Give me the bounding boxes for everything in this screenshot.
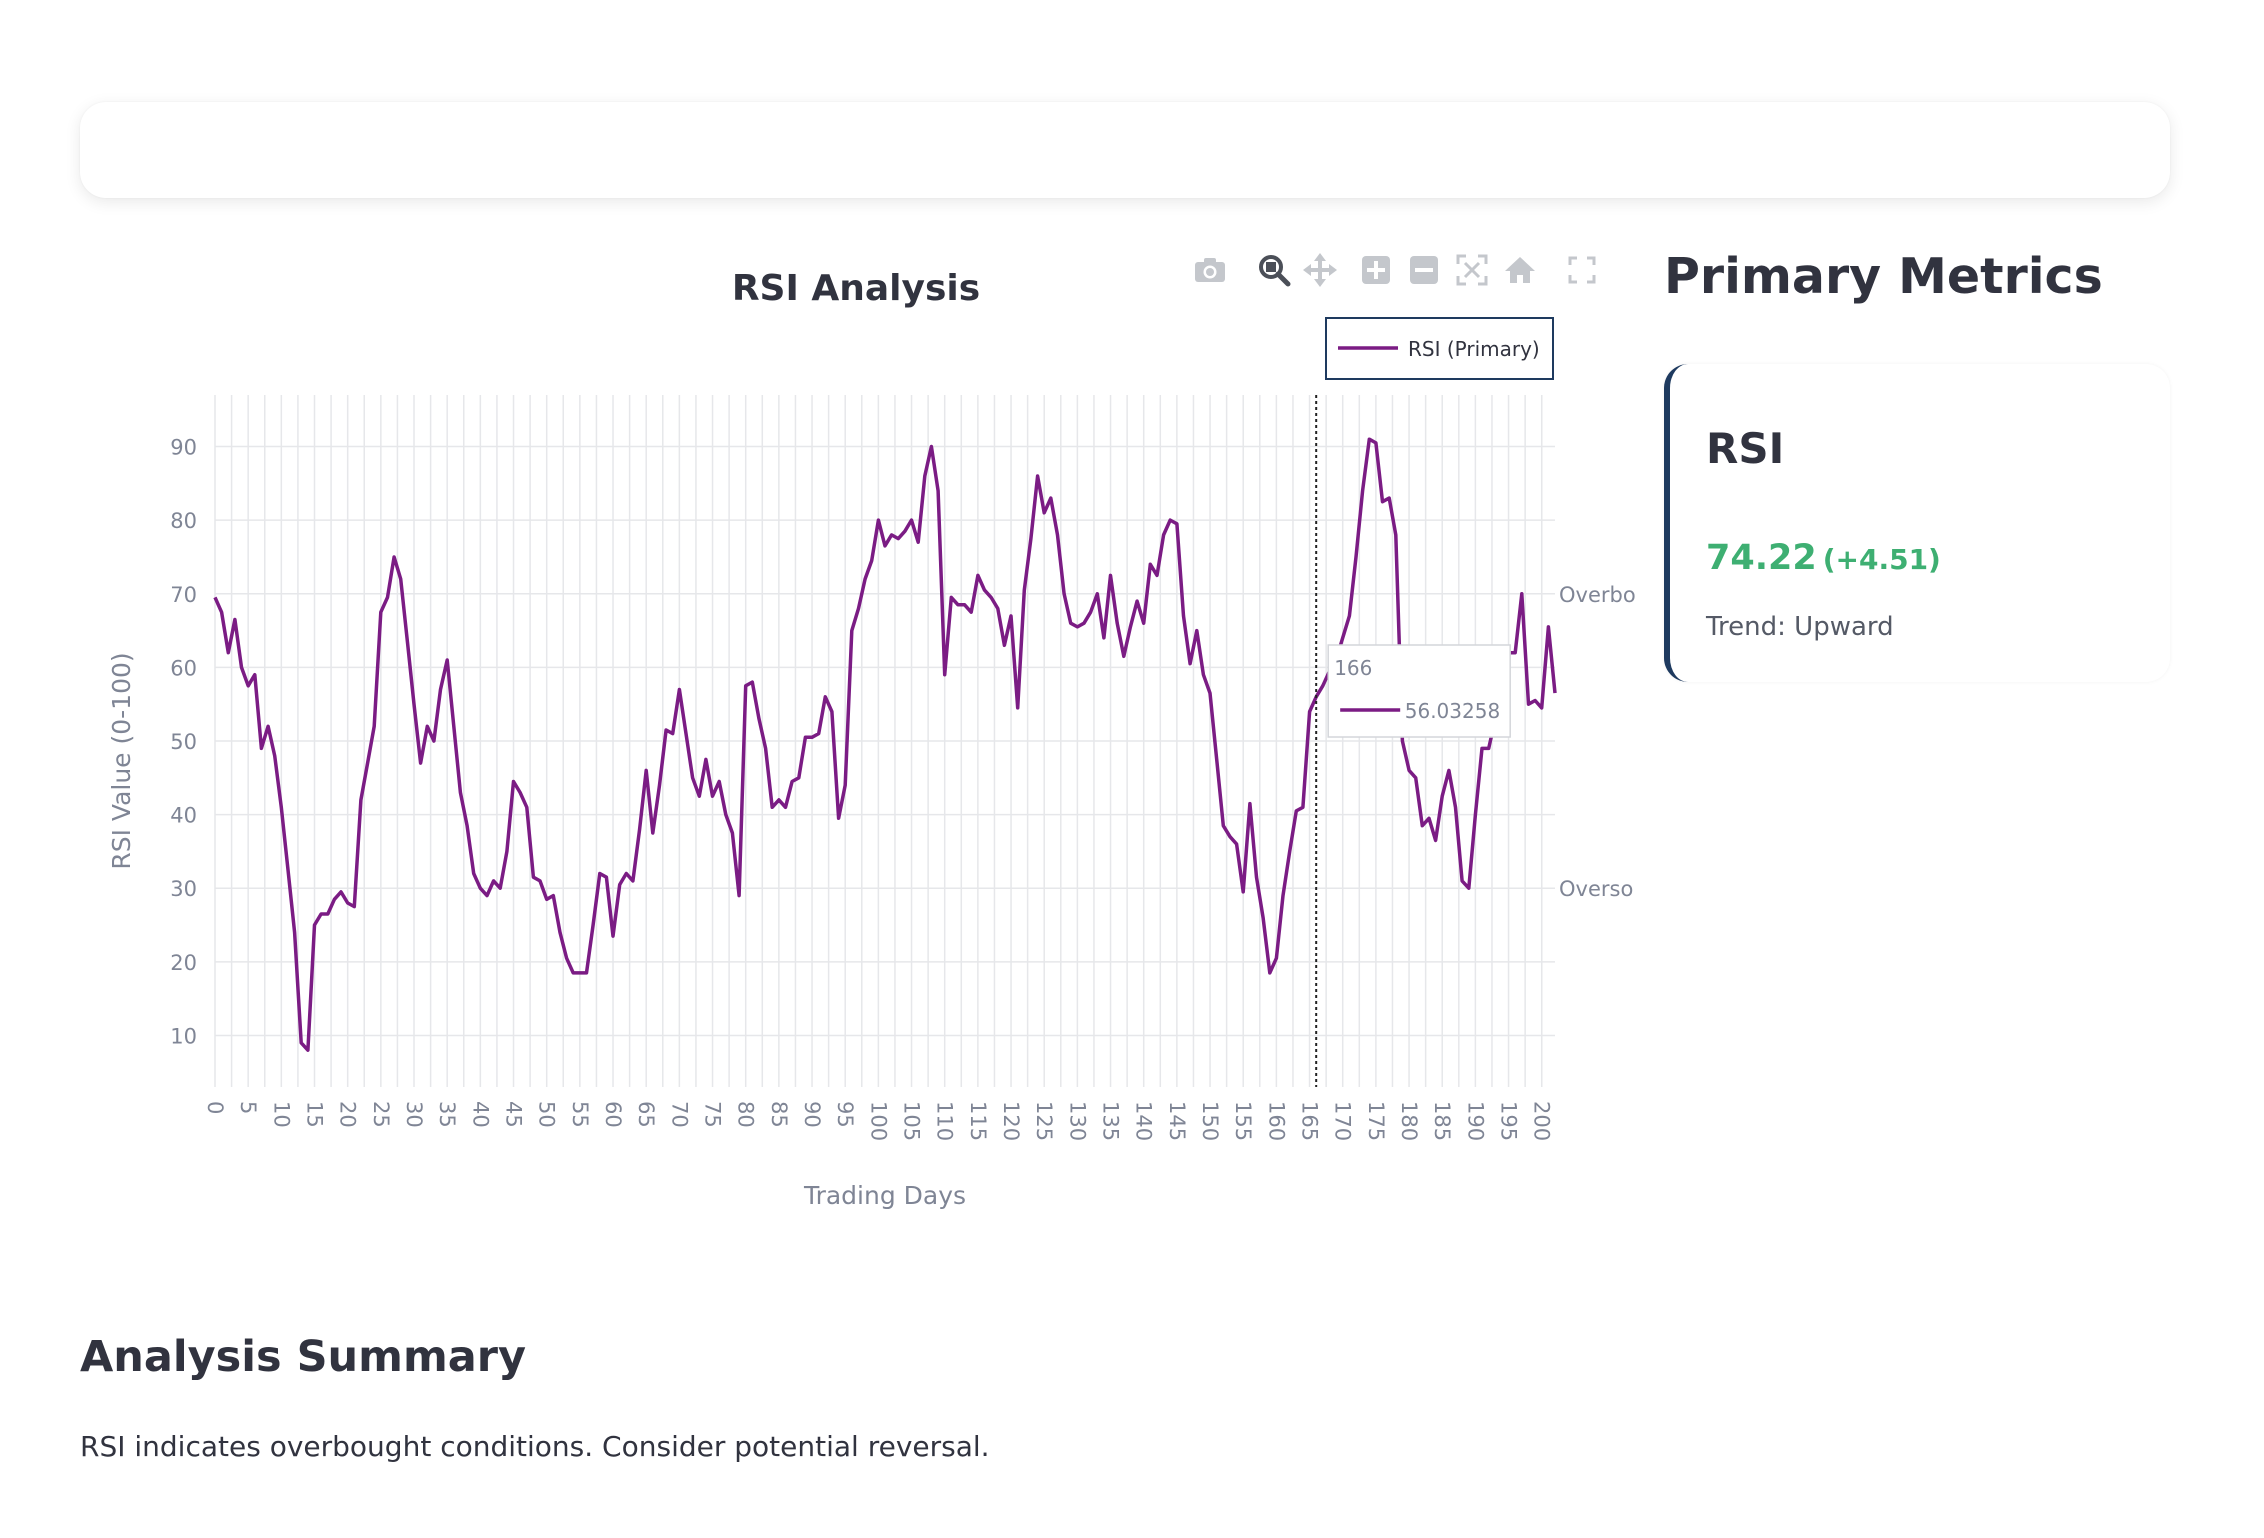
reset-axes-icon[interactable]	[1500, 250, 1540, 290]
x-tick-label: 100	[866, 1101, 890, 1141]
x-tick-label: 145	[1165, 1101, 1189, 1141]
x-tick-label: 175	[1364, 1101, 1388, 1141]
x-tick-label: 60	[601, 1101, 625, 1128]
x-tick-label: 120	[999, 1101, 1023, 1141]
x-axis-label: Trading Days	[803, 1181, 966, 1210]
x-tick-label: 40	[468, 1101, 492, 1128]
x-tick-label: 135	[1099, 1101, 1123, 1141]
side-title: Primary Metrics	[1664, 248, 2103, 305]
chart-canvas[interactable]: RSI Analysis 10 20 30 40 50 60 70 80 90 0 5 10 15 20…	[80, 240, 1640, 1240]
metric-delta: (+4.51)	[1822, 543, 1941, 576]
y-tick-label: 50	[170, 730, 197, 754]
x-tick-label: 55	[568, 1101, 592, 1128]
x-tick-label: 70	[667, 1101, 691, 1128]
y-axis-ticks: 10 20 30 40 50 60 70 80 90	[170, 436, 197, 1049]
pan-icon[interactable]	[1300, 250, 1340, 290]
metric-value: 74.22	[1706, 538, 1817, 578]
x-tick-label: 165	[1298, 1101, 1322, 1141]
x-tick-label: 10	[269, 1101, 293, 1128]
y-tick-label: 10	[170, 1024, 197, 1048]
x-tick-label: 85	[767, 1101, 791, 1128]
metric-value-row: 74.22 (+4.51)	[1706, 538, 1941, 578]
x-tick-label: 50	[535, 1101, 559, 1128]
x-tick-label: 90	[800, 1101, 824, 1128]
fullscreen-icon[interactable]	[1562, 250, 1602, 290]
y-tick-label: 20	[170, 951, 197, 975]
x-tick-label: 110	[933, 1101, 957, 1141]
y-axis-label: RSI Value (0-100)	[107, 652, 136, 869]
x-tick-label: 130	[1065, 1101, 1089, 1141]
x-tick-label: 105	[900, 1101, 924, 1141]
x-tick-label: 30	[402, 1101, 426, 1128]
metric-trend: Trend: Upward	[1706, 612, 1894, 642]
autoscale-icon[interactable]	[1452, 250, 1492, 290]
metric-name: RSI	[1706, 424, 1785, 473]
camera-icon[interactable]	[1190, 250, 1230, 290]
y-tick-label: 40	[170, 804, 197, 828]
y-tick-label: 70	[170, 583, 197, 607]
x-tick-label: 80	[734, 1101, 758, 1128]
x-tick-label: 15	[303, 1101, 327, 1128]
y-tick-label: 30	[170, 877, 197, 901]
hover-value-label: 56.03258	[1405, 699, 1500, 723]
primary-metrics-panel: Primary Metrics RSI 74.22 (+4.51) Trend: …	[1664, 240, 2174, 682]
chart-grid	[214, 395, 1555, 1087]
x-tick-label: 115	[966, 1101, 990, 1141]
x-tick-label: 125	[1032, 1101, 1056, 1141]
annotation-label: Oversold	[1559, 877, 1652, 901]
x-tick-label: 65	[634, 1101, 658, 1128]
top-container	[80, 102, 2170, 198]
x-tick-label: 20	[336, 1101, 360, 1128]
x-tick-label: 35	[435, 1101, 459, 1128]
chart-legend[interactable]: RSI (Primary)	[1325, 317, 1554, 380]
y-tick-label: 80	[170, 509, 197, 533]
rsi-chart[interactable]: RSI Analysis 10 20 30 40 50 60 70 80 90 0 5 10 15 20…	[80, 240, 1640, 1240]
x-tick-label: 180	[1397, 1101, 1421, 1141]
x-tick-label: 45	[502, 1101, 526, 1128]
x-tick-label: 140	[1132, 1101, 1156, 1141]
x-tick-label: 5	[236, 1101, 260, 1114]
x-tick-label: 75	[701, 1101, 725, 1128]
y-tick-label: 60	[170, 656, 197, 680]
x-tick-label: 0	[203, 1101, 227, 1114]
x-tick-label: 155	[1231, 1101, 1255, 1141]
legend-item-label: RSI (Primary)	[1408, 337, 1540, 361]
x-tick-label: 95	[833, 1101, 857, 1128]
x-tick-label: 185	[1430, 1101, 1454, 1141]
metric-card-rsi: RSI 74.22 (+4.51) Trend: Upward	[1664, 364, 2170, 682]
x-tick-label: 150	[1198, 1101, 1222, 1141]
hover-x-label: 166	[1334, 656, 1372, 680]
x-tick-label: 160	[1264, 1101, 1288, 1141]
x-tick-label: 170	[1331, 1101, 1355, 1141]
x-tick-label: 200	[1530, 1101, 1554, 1141]
series-layer	[213, 437, 1557, 1052]
summary-title: Analysis Summary	[80, 1332, 527, 1382]
zoom-out-icon[interactable]	[1404, 250, 1444, 290]
x-tick-label: 195	[1497, 1101, 1521, 1141]
chart-title: RSI Analysis	[732, 268, 980, 309]
summary-text: RSI indicates overbought conditions. Con…	[80, 1430, 990, 1463]
x-tick-label: 25	[369, 1101, 393, 1128]
zoom-in-icon[interactable]	[1356, 250, 1396, 290]
series-line	[213, 437, 1557, 1052]
x-axis-ticks: 0 5 10 15 20 25 30 35 40 45 50 55 60 65 70 75 80 85 90 95 10…	[203, 1101, 1554, 1141]
zoom-icon[interactable]	[1254, 250, 1294, 290]
x-tick-label: 190	[1463, 1101, 1487, 1141]
y-tick-label: 90	[170, 436, 197, 460]
